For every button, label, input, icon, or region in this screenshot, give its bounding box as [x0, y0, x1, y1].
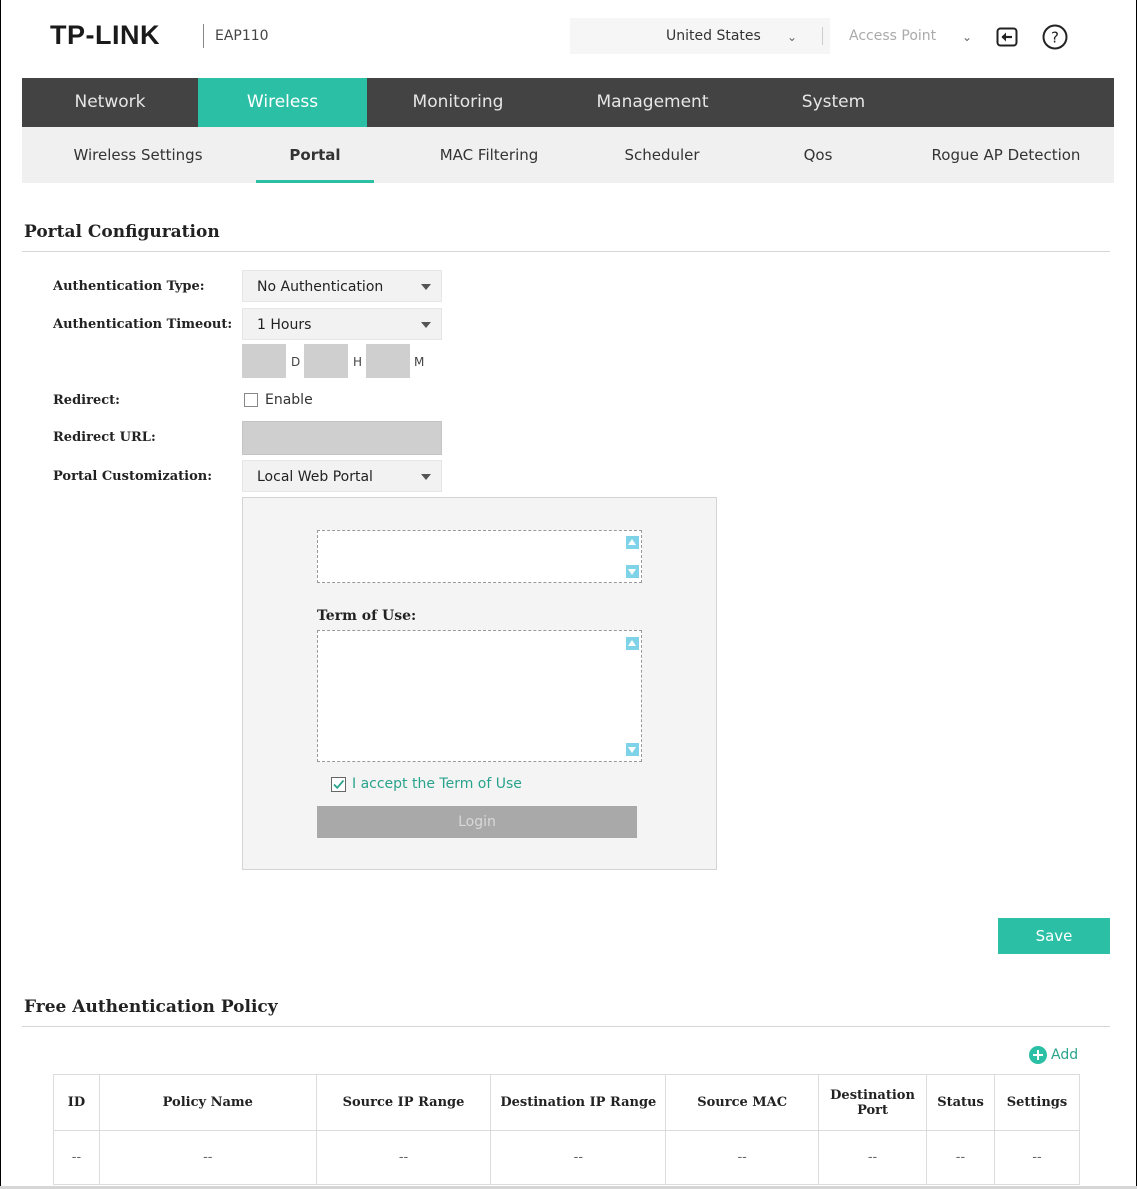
subtab-mac-filtering[interactable]: MAC Filtering: [412, 127, 566, 183]
auth-type-select[interactable]: No Authentication: [242, 270, 442, 302]
logout-icon[interactable]: [996, 26, 1018, 48]
login-button[interactable]: Login: [317, 806, 637, 838]
cell-destination-port: --: [818, 1130, 928, 1185]
tab-monitoring[interactable]: Monitoring: [367, 78, 549, 127]
portal-customization-label: Portal Customization:: [53, 469, 212, 484]
timeout-days-field[interactable]: [242, 344, 286, 378]
tab-wireless[interactable]: Wireless: [198, 78, 367, 127]
scroll-up-icon[interactable]: [626, 536, 639, 549]
cell-policy-name: --: [98, 1130, 317, 1185]
cell-source-mac: --: [665, 1130, 820, 1185]
cell-source-ip-range: --: [315, 1130, 492, 1185]
header-divider: [822, 27, 823, 45]
col-source-mac: Source MAC: [665, 1074, 820, 1131]
col-destination-ip-range: Destination IP Range: [490, 1074, 667, 1131]
mode-select[interactable]: Access Point: [849, 28, 936, 44]
col-settings: Settings: [993, 1074, 1081, 1131]
welcome-text-area[interactable]: [317, 530, 642, 583]
subtab-qos[interactable]: Qos: [778, 127, 858, 183]
free-auth-title: Free Authentication Policy: [24, 997, 278, 1017]
svg-text:?: ?: [1051, 29, 1059, 47]
redirect-label: Redirect:: [53, 393, 120, 408]
redirect-url-input[interactable]: [242, 421, 442, 455]
add-label: Add: [1051, 1047, 1079, 1063]
days-unit: D: [291, 355, 301, 369]
caret-down-icon: [421, 284, 431, 290]
accept-terms-checkbox[interactable]: [331, 777, 346, 792]
subtab-rogue-ap-detection[interactable]: Rogue AP Detection: [920, 127, 1092, 183]
brand-logo: TP-LINK: [50, 20, 160, 50]
cell-destination-ip-range: --: [490, 1130, 667, 1185]
redirect-enable-checkbox[interactable]: [244, 393, 258, 407]
portal-config-title: Portal Configuration: [24, 222, 220, 242]
region-select[interactable]: United States: [666, 28, 761, 44]
scroll-up-icon[interactable]: [626, 637, 639, 650]
section-divider: [22, 251, 1110, 252]
caret-down-icon: [421, 474, 431, 480]
col-id: ID: [53, 1074, 100, 1131]
term-of-use-textarea[interactable]: [317, 630, 642, 762]
tab-network[interactable]: Network: [22, 78, 198, 127]
portal-customization-select[interactable]: Local Web Portal: [242, 460, 442, 492]
auth-timeout-value: 1 Hours: [257, 317, 312, 333]
help-icon[interactable]: ?: [1042, 24, 1068, 50]
col-status: Status: [926, 1074, 995, 1131]
cell-settings: --: [993, 1130, 1081, 1185]
subtab-wireless-settings[interactable]: Wireless Settings: [42, 127, 234, 183]
auth-timeout-select[interactable]: 1 Hours: [242, 308, 442, 340]
subtab-portal[interactable]: Portal: [256, 127, 374, 183]
sub-nav: Wireless Settings Portal MAC Filtering S…: [22, 127, 1114, 183]
auth-type-value: No Authentication: [257, 279, 384, 295]
table-header-row: ID Policy Name Source IP Range Destinati…: [53, 1074, 1081, 1131]
section-divider: [22, 1026, 1110, 1027]
caret-down-icon: [421, 322, 431, 328]
plus-circle-icon: [1029, 1046, 1047, 1064]
col-destination-port: Destination Port: [818, 1074, 928, 1131]
subtab-scheduler[interactable]: Scheduler: [594, 127, 730, 183]
accept-terms-label: I accept the Term of Use: [352, 776, 522, 792]
cell-status: --: [926, 1130, 995, 1185]
logo-divider: [203, 24, 204, 48]
timeout-minutes-field[interactable]: [366, 344, 410, 378]
save-button[interactable]: Save: [998, 918, 1110, 954]
col-policy-name: Policy Name: [98, 1074, 317, 1131]
mode-chevron-down-icon[interactable]: ⌄: [962, 30, 972, 44]
auth-type-label: Authentication Type:: [53, 279, 205, 294]
model-name: EAP110: [215, 28, 269, 44]
timeout-hours-field[interactable]: [304, 344, 348, 378]
table-row: -- -- -- -- -- -- -- --: [53, 1130, 1081, 1185]
top-header: TP-LINK EAP110 United States ⌄ Access Po…: [22, 0, 1114, 78]
tab-system[interactable]: System: [756, 78, 911, 127]
portal-customization-value: Local Web Portal: [257, 469, 373, 485]
col-source-ip-range: Source IP Range: [315, 1074, 492, 1131]
term-of-use-label: Term of Use:: [317, 608, 417, 624]
cell-id: --: [53, 1130, 100, 1185]
redirect-enable-label: Enable: [265, 392, 313, 408]
redirect-url-label: Redirect URL:: [53, 430, 156, 445]
tab-management[interactable]: Management: [549, 78, 756, 127]
hours-unit: H: [353, 355, 363, 369]
free-auth-policy-table: ID Policy Name Source IP Range Destinati…: [53, 1074, 1081, 1185]
scroll-down-icon[interactable]: [626, 565, 639, 578]
region-chevron-down-icon[interactable]: ⌄: [787, 30, 797, 44]
scroll-down-icon[interactable]: [626, 743, 639, 756]
minutes-unit: M: [414, 355, 425, 369]
main-nav: Network Wireless Monitoring Management S…: [22, 78, 1114, 127]
auth-timeout-label: Authentication Timeout:: [53, 317, 233, 332]
